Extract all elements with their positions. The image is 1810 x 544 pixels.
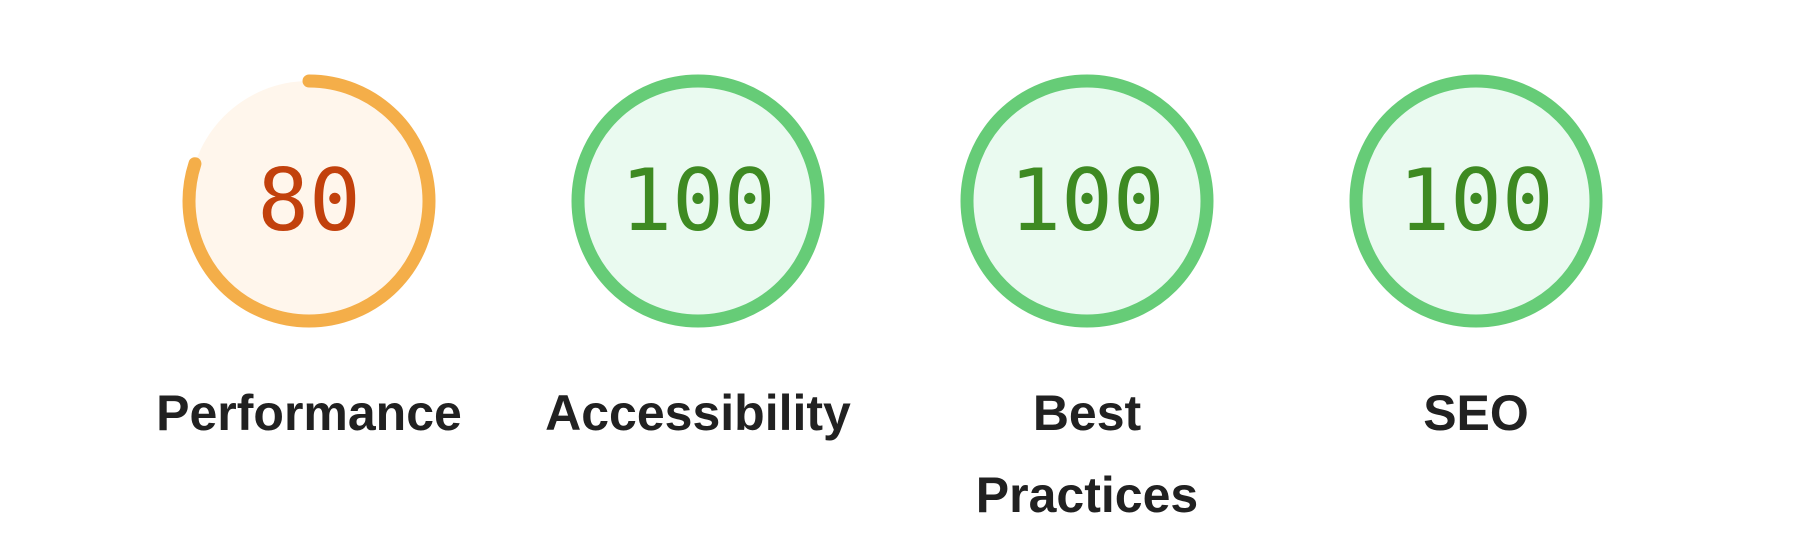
gauge-label: Accessibility [545,385,851,441]
gauge-score: 100 [1398,151,1553,251]
gauge-accessibility[interactable]: 100 Accessibility [528,70,868,454]
performance-gauge-ring: 80 [182,74,436,328]
accessibility-gauge-ring: 100 [571,74,825,328]
gauge-label: SEO [1423,385,1529,441]
gauge-performance[interactable]: 80 Performance [139,70,479,454]
gauge-score: 80 [257,151,361,251]
seo-gauge-ring: 100 [1349,74,1603,328]
score-gauges: 80 Performance 100 Accessibility 100 Bes… [0,0,1810,544]
gauge-label: Performance [156,385,462,441]
gauge-best-practices[interactable]: 100 Best Practices [917,70,1257,536]
gauge-score: 100 [620,151,775,251]
best-practices-gauge-ring: 100 [960,74,1214,328]
gauge-label: Best Practices [975,385,1199,523]
gauge-seo[interactable]: 100 SEO [1306,70,1646,454]
gauge-score: 100 [1009,151,1164,251]
